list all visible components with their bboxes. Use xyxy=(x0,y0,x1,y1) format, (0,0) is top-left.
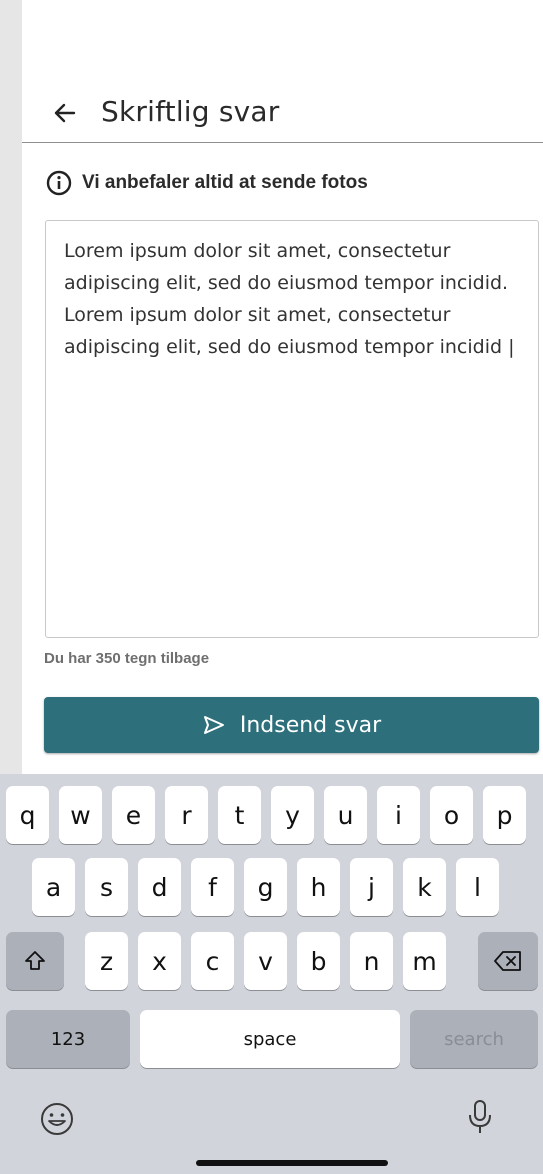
key-y[interactable]: y xyxy=(271,786,314,844)
home-indicator xyxy=(196,1160,388,1166)
info-text: Vi anbefaler altid at sende fotos xyxy=(82,172,368,193)
key-f[interactable]: f xyxy=(191,858,234,916)
search-key[interactable]: search xyxy=(410,1010,538,1068)
key-t[interactable]: t xyxy=(218,786,261,844)
key-p[interactable]: p xyxy=(483,786,526,844)
key-h[interactable]: h xyxy=(297,858,340,916)
submit-label: Indsend svar xyxy=(239,712,382,738)
key-q[interactable]: q xyxy=(6,786,49,844)
arrow-left-icon[interactable] xyxy=(52,100,78,126)
key-r[interactable]: r xyxy=(165,786,208,844)
key-s[interactable]: s xyxy=(85,858,128,916)
shift-key[interactable] xyxy=(6,932,64,990)
key-n[interactable]: n xyxy=(350,932,393,990)
key-m[interactable]: m xyxy=(403,932,446,990)
numbers-key[interactable]: 123 xyxy=(6,1010,130,1068)
key-l[interactable]: l xyxy=(456,858,499,916)
microphone-icon[interactable] xyxy=(465,1098,495,1138)
info-notice: Vi anbefaler altid at sende fotos xyxy=(46,168,368,198)
key-a[interactable]: a xyxy=(32,858,75,916)
page-title: Skriftlig svar xyxy=(101,95,280,128)
key-o[interactable]: o xyxy=(430,786,473,844)
character-counter: Du har 350 tegn tilbage xyxy=(44,650,210,667)
key-i[interactable]: i xyxy=(377,786,420,844)
header: Skriftlig svar xyxy=(22,8,543,143)
delete-key[interactable] xyxy=(478,932,538,990)
key-w[interactable]: w xyxy=(59,786,102,844)
submit-button[interactable]: Indsend svar xyxy=(44,697,539,753)
answer-textarea[interactable]: Lorem ipsum dolor sit amet, consectetur … xyxy=(45,220,539,638)
backspace-icon xyxy=(494,951,521,971)
emoji-icon[interactable] xyxy=(39,1101,75,1137)
key-v[interactable]: v xyxy=(244,932,287,990)
key-z[interactable]: z xyxy=(85,932,128,990)
key-j[interactable]: j xyxy=(350,858,393,916)
key-g[interactable]: g xyxy=(244,858,287,916)
key-b[interactable]: b xyxy=(297,932,340,990)
key-d[interactable]: d xyxy=(138,858,181,916)
key-u[interactable]: u xyxy=(324,786,367,844)
send-icon xyxy=(203,716,224,734)
key-c[interactable]: c xyxy=(191,932,234,990)
info-circle-icon xyxy=(46,170,72,196)
keyboard: q w e r t y u i o p a s d f g h j k l z … xyxy=(0,774,543,1174)
space-key[interactable]: space xyxy=(140,1010,400,1068)
key-e[interactable]: e xyxy=(112,786,155,844)
shift-icon xyxy=(25,951,45,970)
key-x[interactable]: x xyxy=(138,932,181,990)
key-k[interactable]: k xyxy=(403,858,446,916)
